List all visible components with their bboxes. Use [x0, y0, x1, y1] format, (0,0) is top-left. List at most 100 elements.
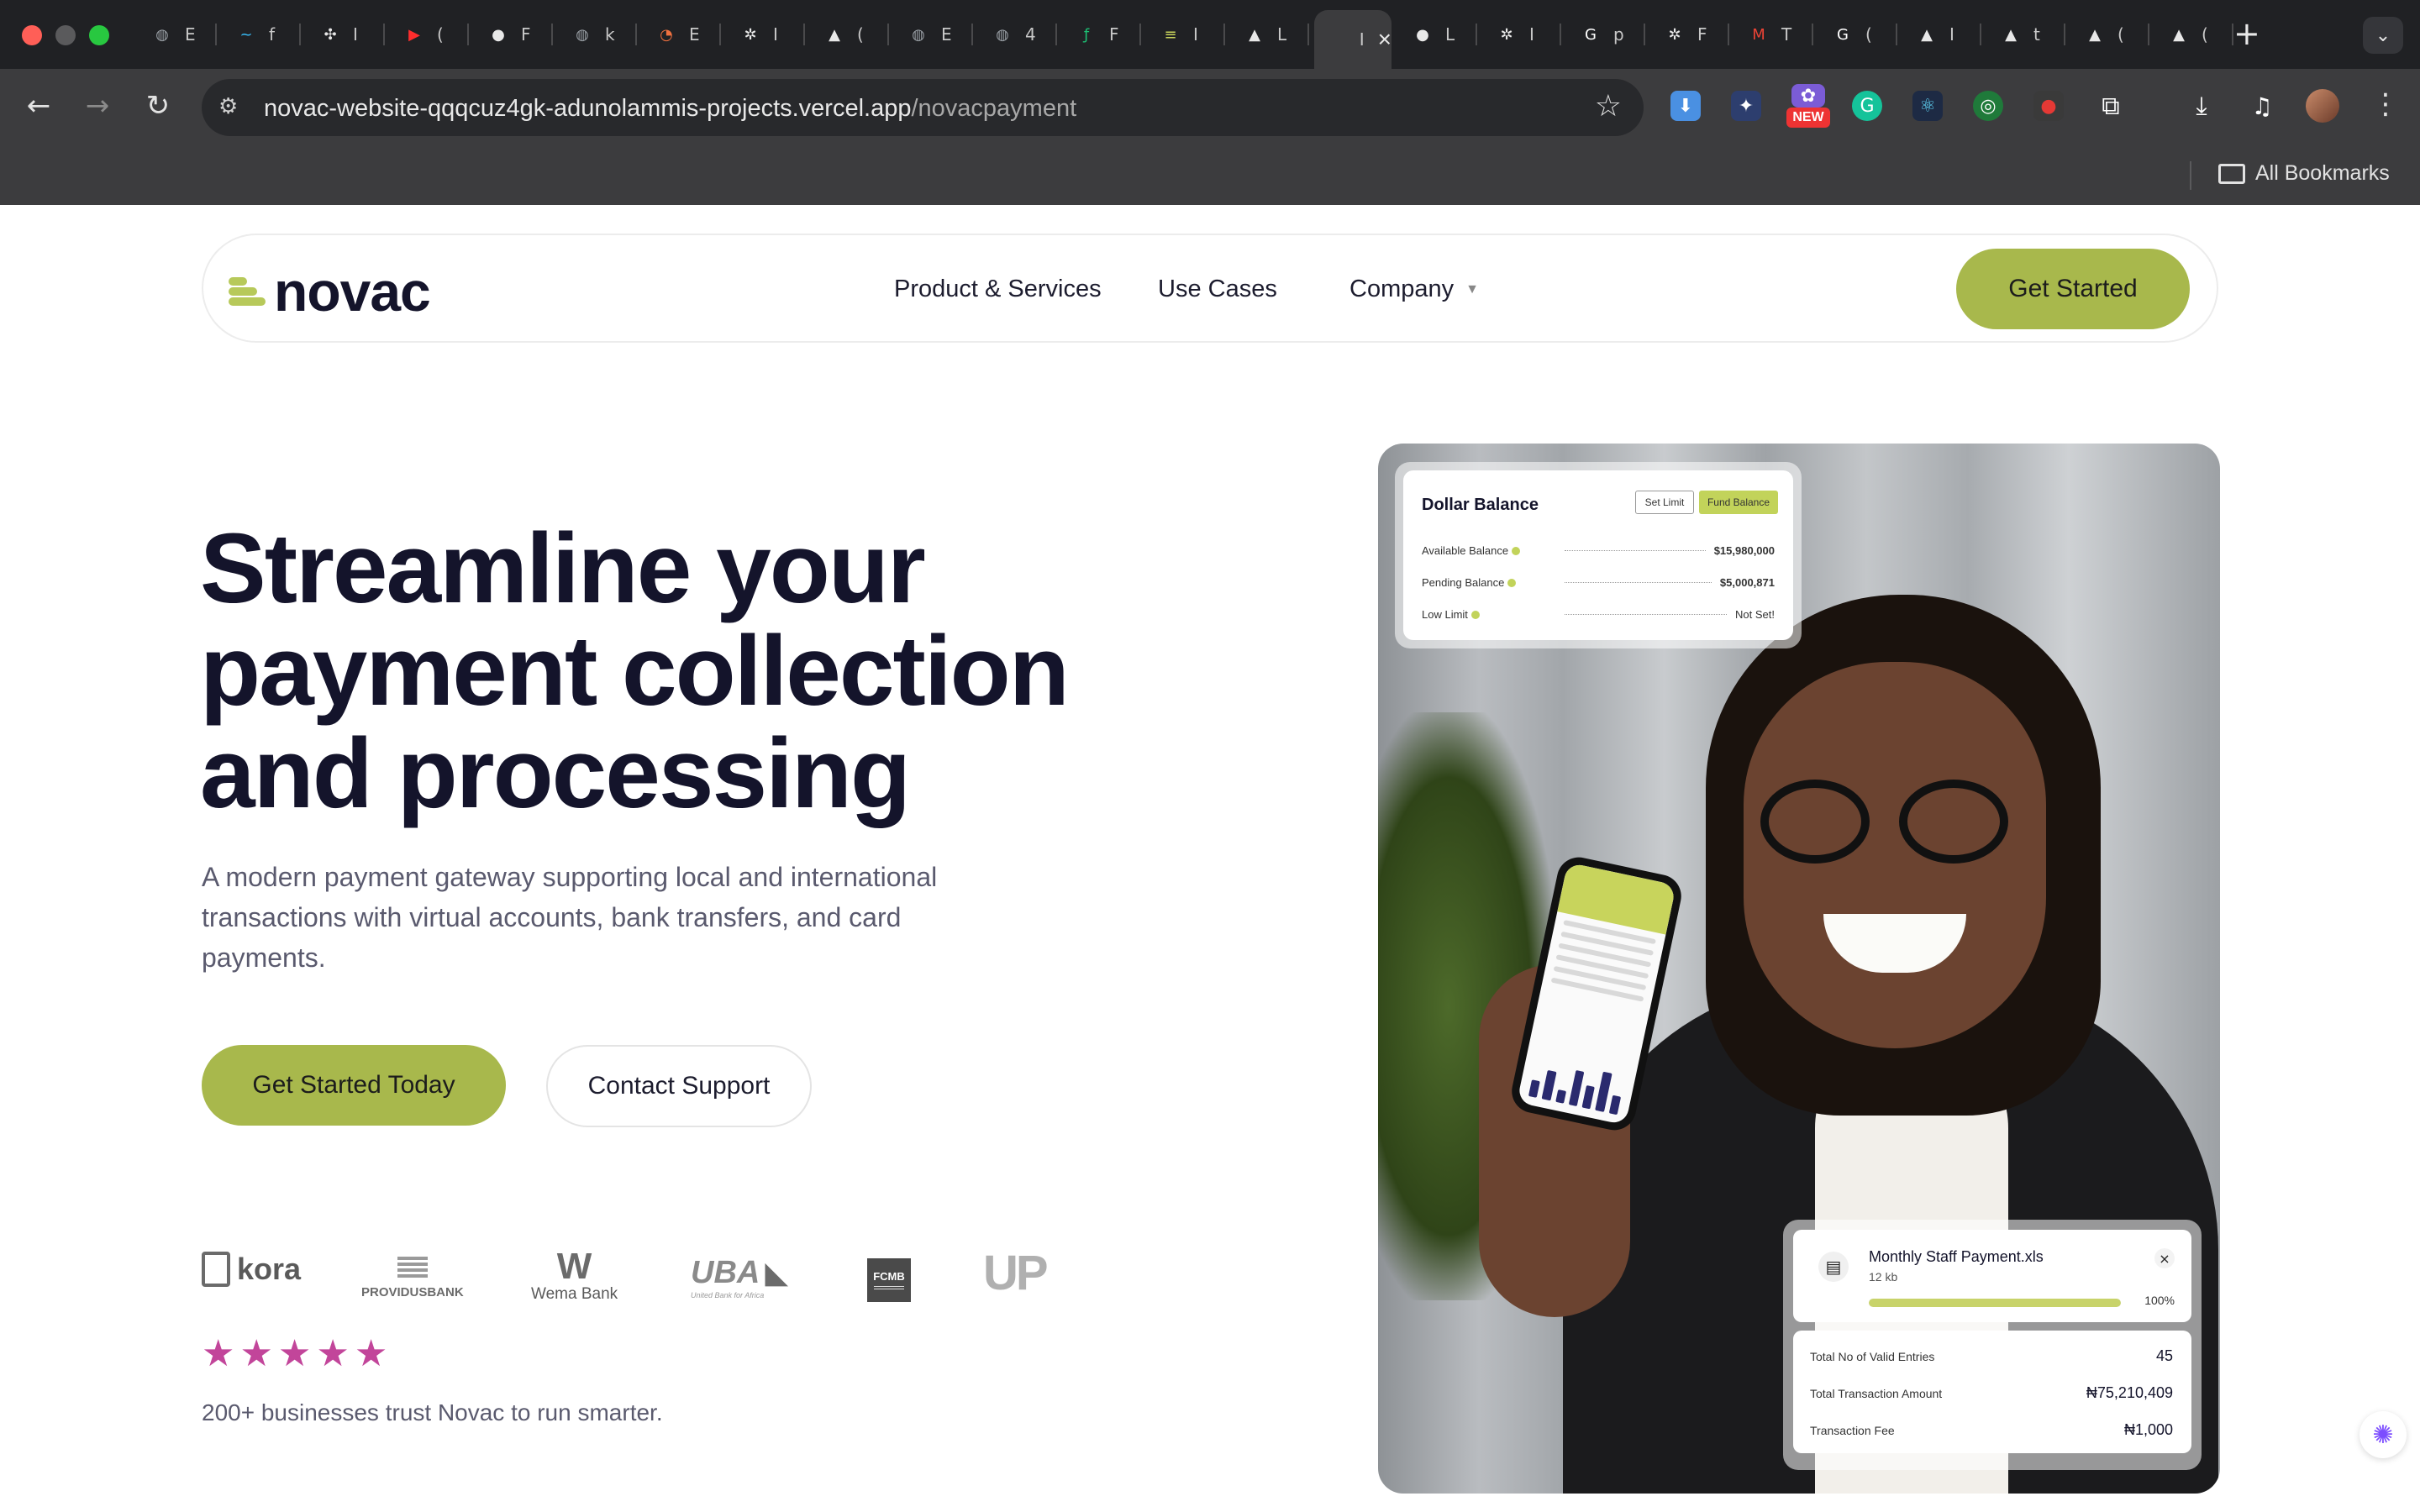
- browser-tab[interactable]: MT: [1734, 17, 1813, 52]
- tab-title: (: [857, 24, 864, 45]
- tab-title: I: [1529, 24, 1534, 45]
- tab-separator: [971, 24, 973, 45]
- nav-link-products[interactable]: Product & Services: [894, 276, 1102, 303]
- browser-tab[interactable]: ƒF: [1062, 17, 1141, 52]
- tab-separator: [215, 24, 217, 45]
- browser-menu-icon[interactable]: ⋮: [2371, 87, 2400, 121]
- browser-tab[interactable]: Gp: [1566, 17, 1645, 52]
- browser-tab[interactable]: ✲ I: [1482, 17, 1561, 52]
- tab-favicon-icon: ▲: [2089, 25, 2101, 44]
- tab-favicon-icon: ▲: [1921, 25, 1933, 44]
- novac-logo[interactable]: novac: [229, 264, 431, 319]
- browser-tab[interactable]: ▶(: [390, 17, 469, 52]
- browser-chrome: ◍ E ~ f ✣ I ▶(● F ◍ k ◔ E ✲ I ▲(◍ E ◍ 4 ƒ F ≡ I ▲ L I × ● L ✲ I Gp ✲ F M T…: [0, 0, 2420, 205]
- browser-tab[interactable]: ✲ F: [1650, 17, 1729, 52]
- contact-support-button[interactable]: Contact Support: [546, 1045, 812, 1127]
- site-navbar: novac Product & Services Use Cases Compa…: [202, 234, 2218, 343]
- react-devtools-icon[interactable]: ⚛: [1912, 91, 1943, 121]
- media-controls-icon[interactable]: ♫: [2247, 91, 2277, 121]
- assistant-brain-icon[interactable]: ✺: [2360, 1411, 2407, 1458]
- address-bar[interactable]: ⚙ novac-website-qqqcuz4gk-adunolammis-pr…: [202, 79, 1644, 136]
- extensions-puzzle-icon[interactable]: ⧉: [2096, 91, 2126, 121]
- browser-tab[interactable]: ◍ k: [558, 17, 637, 52]
- browser-tab[interactable]: ◍ 4: [978, 17, 1057, 52]
- summary-row: Total Transaction Amount ₦75,210,409: [1810, 1384, 2173, 1402]
- tab-title: (: [2118, 24, 2124, 45]
- browser-tab[interactable]: ▲ t: [1986, 17, 2065, 52]
- bookmark-star-icon[interactable]: ☆: [1595, 89, 1622, 123]
- browser-tab[interactable]: ≡ I: [1146, 17, 1225, 52]
- browser-tab[interactable]: ✲ I: [726, 17, 805, 52]
- browser-tab[interactable]: ◍ E: [138, 17, 217, 52]
- minimize-window-button[interactable]: [55, 25, 76, 45]
- browser-tab[interactable]: I ×: [1314, 10, 1392, 69]
- color-extension-icon[interactable]: ●: [2033, 91, 2064, 121]
- browser-tab[interactable]: ✣ I: [306, 17, 385, 52]
- hero-title: Streamline your payment collection and p…: [200, 517, 1192, 825]
- url-text[interactable]: novac-website-qqqcuz4gk-adunolammis-proj…: [264, 95, 1076, 123]
- nav-company-label: Company: [1349, 276, 1455, 302]
- star-icon: ★: [239, 1332, 273, 1375]
- tab-favicon-icon: ≡: [1164, 25, 1177, 44]
- browser-tab[interactable]: ▲ I: [1902, 17, 1981, 52]
- info-icon: [1470, 610, 1480, 619]
- site-info-icon[interactable]: ⚙: [218, 94, 245, 121]
- download-extension-icon[interactable]: ⬇: [1670, 91, 1701, 121]
- tab-separator: [719, 24, 721, 45]
- trust-text: 200+ businesses trust Novac to run smart…: [202, 1399, 663, 1425]
- kora-logo: kora: [202, 1252, 301, 1287]
- browser-tab[interactable]: ◍ E: [894, 17, 973, 52]
- browser-tab[interactable]: ▲(: [810, 17, 889, 52]
- browser-tab[interactable]: ▲(: [2154, 17, 2233, 52]
- star-icon: ★: [316, 1332, 350, 1375]
- browser-tab[interactable]: ● F: [474, 17, 553, 52]
- new-tab-button[interactable]: +: [2233, 17, 2260, 50]
- tab-favicon-icon: G: [1837, 25, 1849, 44]
- forward-button[interactable]: →: [81, 89, 114, 123]
- back-button[interactable]: ←: [22, 89, 55, 123]
- reload-button[interactable]: ↻: [141, 89, 175, 123]
- tab-separator: [2148, 24, 2149, 45]
- browser-tab[interactable]: ▲(: [2070, 17, 2149, 52]
- tab-favicon-icon: ~: [239, 25, 253, 44]
- get-started-today-button[interactable]: Get Started Today: [202, 1045, 506, 1126]
- tab-separator: [1728, 24, 1729, 45]
- tab-search-button[interactable]: ⌄: [2363, 17, 2403, 54]
- tab-separator: [467, 24, 469, 45]
- summary-row-value: 45: [2155, 1347, 2173, 1364]
- maximize-window-button[interactable]: [89, 25, 109, 45]
- browser-tab[interactable]: ~ f: [222, 17, 301, 52]
- tab-favicon-icon: ▲: [2005, 25, 2017, 44]
- downloads-icon[interactable]: ⤓: [2186, 91, 2217, 121]
- tab-favicon-icon: ◍: [912, 25, 925, 44]
- close-window-button[interactable]: [22, 25, 42, 45]
- bookmark-extension-icon[interactable]: ✦: [1731, 91, 1761, 121]
- tab-separator: [887, 24, 889, 45]
- close-icon[interactable]: ×: [2154, 1248, 2175, 1268]
- wema-logo: W Wema Bank: [531, 1246, 618, 1304]
- nav-link-use-cases[interactable]: Use Cases: [1158, 276, 1277, 303]
- hero-description: A modern payment gateway supporting loca…: [202, 862, 938, 973]
- profile-avatar[interactable]: [2306, 89, 2339, 123]
- browser-tab[interactable]: ▲ L: [1230, 17, 1309, 52]
- tab-separator: [1307, 24, 1309, 45]
- all-bookmarks-button[interactable]: All Bookmarks: [2218, 161, 2390, 186]
- tab-separator: [551, 24, 553, 45]
- set-limit-button[interactable]: Set Limit: [1635, 491, 1694, 514]
- tab-favicon-icon: ƒ: [1083, 25, 1090, 44]
- browser-tab[interactable]: ◔ E: [642, 17, 721, 52]
- browser-tab[interactable]: G(: [1818, 17, 1897, 52]
- webpage: novac Product & Services Use Cases Compa…: [0, 205, 2420, 1512]
- balance-row-label: Available Balance: [1422, 544, 1509, 557]
- target-extension-icon[interactable]: ◎: [1973, 91, 2003, 121]
- wema-logo-text: Wema Bank: [531, 1285, 618, 1303]
- fund-balance-button[interactable]: Fund Balance: [1699, 491, 1778, 514]
- upload-progress-label: 100%: [2144, 1294, 2175, 1307]
- file-size: 12 kb: [1869, 1270, 1898, 1284]
- close-tab-icon[interactable]: ×: [1378, 26, 1392, 53]
- gift-extension-icon[interactable]: ✿: [1791, 84, 1825, 108]
- browser-tab[interactable]: ● L: [1398, 17, 1477, 52]
- grammarly-extension-icon[interactable]: G: [1852, 91, 1882, 121]
- get-started-button[interactable]: Get Started: [1956, 249, 2190, 329]
- nav-link-company[interactable]: Company ▼: [1349, 276, 1479, 303]
